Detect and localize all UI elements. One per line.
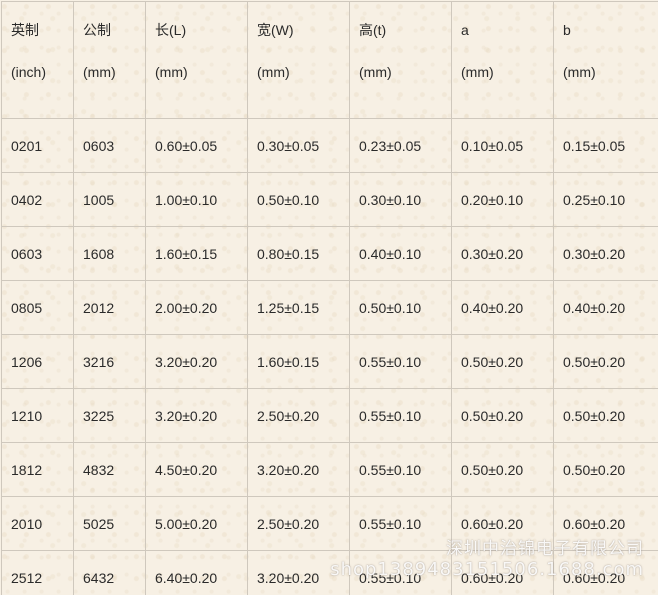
table-cell: 0.60±0.20 (553, 496, 658, 551)
header-cell-imperial: 英制 (inch) (1, 1, 74, 119)
header-cell-length: 长(L) (mm) (145, 1, 248, 119)
header-name: a (461, 22, 469, 38)
chip-size-table: 英制 (inch) 公制 (mm) 长(L) (mm) 宽(W) (mm) 高(… (1, 1, 658, 595)
table-cell: 0.80±0.15 (247, 226, 350, 281)
table-cell: 3216 (73, 334, 146, 389)
table-cell: 0.55±0.10 (349, 496, 452, 551)
header-unit: (mm) (563, 64, 596, 80)
header-name: 英制 (11, 22, 39, 38)
page: 英制 (inch) 公制 (mm) 长(L) (mm) 宽(W) (mm) 高(… (0, 0, 658, 595)
table-row: 1206 3216 3.20±0.20 1.60±0.15 0.55±0.10 … (1, 334, 658, 389)
table-cell: 0.50±0.20 (451, 334, 554, 389)
header-unit: (mm) (359, 64, 392, 80)
header-cell-metric: 公制 (mm) (73, 1, 146, 119)
table-cell: 0.50±0.20 (553, 334, 658, 389)
header-name: 宽(W) (257, 22, 294, 38)
table-cell: 0.55±0.10 (349, 334, 452, 389)
table-cell: 0.30±0.10 (349, 172, 452, 227)
table-row: 0201 0603 0.60±0.05 0.30±0.05 0.23±0.05 … (1, 118, 658, 173)
table-cell: 4832 (73, 442, 146, 497)
header-cell-b: b (mm) (553, 1, 658, 119)
header-unit: (mm) (257, 64, 290, 80)
table-cell: 6.40±0.20 (145, 550, 248, 595)
table-cell: 0.40±0.20 (553, 280, 658, 335)
table-cell: 0.23±0.05 (349, 118, 452, 173)
table-cell: 1.60±0.15 (145, 226, 248, 281)
table-cell: 0402 (1, 172, 74, 227)
table-row: 2010 5025 5.00±0.20 2.50±0.20 0.55±0.10 … (1, 496, 658, 551)
table-cell: 0.50±0.20 (451, 442, 554, 497)
table-cell: 0.50±0.20 (553, 388, 658, 443)
table-row: 0402 1005 1.00±0.10 0.50±0.10 0.30±0.10 … (1, 172, 658, 227)
table-cell: 0.15±0.05 (553, 118, 658, 173)
table-cell: 1.00±0.10 (145, 172, 248, 227)
table-cell: 0.40±0.20 (451, 280, 554, 335)
table-cell: 0.55±0.10 (349, 388, 452, 443)
table-cell: 6432 (73, 550, 146, 595)
header-unit: (mm) (155, 64, 188, 80)
table-cell: 2.50±0.20 (247, 496, 350, 551)
table-cell: 1.25±0.15 (247, 280, 350, 335)
table-cell: 0201 (1, 118, 74, 173)
table-row: 1812 4832 4.50±0.20 3.20±0.20 0.55±0.10 … (1, 442, 658, 497)
header-cell-height: 高(t) (mm) (349, 1, 452, 119)
table-cell: 5025 (73, 496, 146, 551)
table-cell: 0.30±0.20 (553, 226, 658, 281)
table-cell: 0.60±0.20 (451, 496, 554, 551)
table-cell: 1608 (73, 226, 146, 281)
header-name: 长(L) (155, 22, 187, 38)
table-cell: 0603 (73, 118, 146, 173)
table-cell: 0.50±0.10 (349, 280, 452, 335)
table-cell: 0.50±0.20 (451, 388, 554, 443)
header-unit: (inch) (11, 64, 47, 80)
table-cell: 1812 (1, 442, 74, 497)
table-cell: 3225 (73, 388, 146, 443)
table-cell: 2012 (73, 280, 146, 335)
table-cell: 3.20±0.20 (145, 334, 248, 389)
table-row: 0603 1608 1.60±0.15 0.80±0.15 0.40±0.10 … (1, 226, 658, 281)
table-cell: 2.50±0.20 (247, 388, 350, 443)
table-cell: 0.30±0.20 (451, 226, 554, 281)
header-name: 公制 (83, 22, 111, 38)
table-cell: 2010 (1, 496, 74, 551)
header-unit: (mm) (83, 64, 116, 80)
table-row: 0805 2012 2.00±0.20 1.25±0.15 0.50±0.10 … (1, 280, 658, 335)
table-cell: 0.60±0.20 (553, 550, 658, 595)
table-cell: 0.60±0.20 (451, 550, 554, 595)
table-cell: 2.00±0.20 (145, 280, 248, 335)
table-header-row: 英制 (inch) 公制 (mm) 长(L) (mm) 宽(W) (mm) 高(… (1, 1, 658, 119)
header-unit: (mm) (461, 64, 494, 80)
table-cell: 0.30±0.05 (247, 118, 350, 173)
header-name: b (563, 22, 571, 38)
header-cell-a: a (mm) (451, 1, 554, 119)
table-cell: 0.40±0.10 (349, 226, 452, 281)
table-cell: 0.50±0.10 (247, 172, 350, 227)
table-cell: 0603 (1, 226, 74, 281)
table-cell: 0805 (1, 280, 74, 335)
table-cell: 0.20±0.10 (451, 172, 554, 227)
header-name: 高(t) (359, 22, 387, 38)
table-cell: 0.55±0.10 (349, 550, 452, 595)
table-cell: 5.00±0.20 (145, 496, 248, 551)
table-cell: 0.10±0.05 (451, 118, 554, 173)
table-cell: 0.60±0.05 (145, 118, 248, 173)
table-cell: 4.50±0.20 (145, 442, 248, 497)
table-cell: 3.20±0.20 (145, 388, 248, 443)
table-cell: 3.20±0.20 (247, 442, 350, 497)
table-cell: 0.25±0.10 (553, 172, 658, 227)
header-cell-width: 宽(W) (mm) (247, 1, 350, 119)
table-cell: 1206 (1, 334, 74, 389)
table-row: 1210 3225 3.20±0.20 2.50±0.20 0.55±0.10 … (1, 388, 658, 443)
table-cell: 1005 (73, 172, 146, 227)
table-cell: 2512 (1, 550, 74, 595)
table-cell: 1.60±0.15 (247, 334, 350, 389)
table-cell: 3.20±0.20 (247, 550, 350, 595)
table-cell: 1210 (1, 388, 74, 443)
table-row: 2512 6432 6.40±0.20 3.20±0.20 0.55±0.10 … (1, 550, 658, 595)
table-cell: 0.55±0.10 (349, 442, 452, 497)
table-cell: 0.50±0.20 (553, 442, 658, 497)
